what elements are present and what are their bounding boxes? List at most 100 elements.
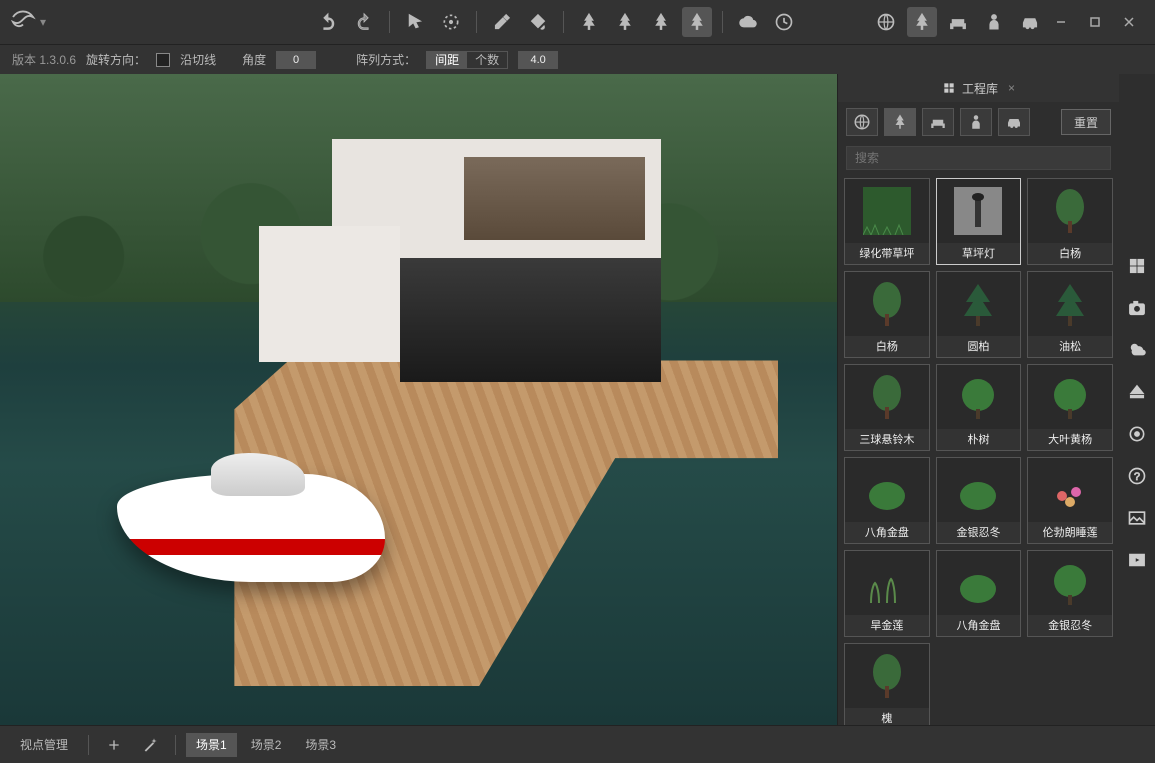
- category-vehicles-button[interactable]: [1015, 7, 1045, 37]
- app-logo-icon: [8, 7, 38, 37]
- undo-button[interactable]: [313, 7, 343, 37]
- asset-label: 八角金盘: [937, 615, 1021, 636]
- panel-cat-furniture[interactable]: [922, 108, 954, 136]
- array-value-input[interactable]: [518, 51, 558, 69]
- rail-screenshot-button[interactable]: [1125, 296, 1149, 320]
- place-plant-a-button[interactable]: [574, 7, 604, 37]
- asset-item[interactable]: 伦勃朗睡莲: [1027, 457, 1113, 544]
- asset-thumb: [1028, 365, 1112, 429]
- window-minimize-button[interactable]: [1051, 12, 1071, 32]
- category-people-button[interactable]: [979, 7, 1009, 37]
- tangent-checkbox[interactable]: [156, 53, 170, 67]
- asset-label: 金银忍冬: [937, 522, 1021, 543]
- rotate-direction-label: 旋转方向：: [86, 51, 146, 68]
- asset-item[interactable]: 金银忍冬: [936, 457, 1022, 544]
- right-rail: [1119, 74, 1155, 725]
- scene-tab[interactable]: 场景2: [241, 733, 292, 757]
- asset-item[interactable]: 绿化带草坪: [844, 178, 930, 265]
- asset-item[interactable]: 白杨: [1027, 178, 1113, 265]
- asset-label: 金银忍冬: [1028, 615, 1112, 636]
- weather-button[interactable]: [733, 7, 763, 37]
- asset-thumb: [937, 551, 1021, 615]
- rail-help-button[interactable]: [1125, 464, 1149, 488]
- scene-tab[interactable]: 场景3: [295, 733, 346, 757]
- category-furniture-button[interactable]: [943, 7, 973, 37]
- tangent-label: 沿切线: [180, 51, 216, 68]
- asset-label: 绿化带草坪: [845, 243, 929, 264]
- array-mode-label: 阵列方式：: [356, 51, 416, 68]
- rail-export-button[interactable]: [1125, 380, 1149, 404]
- asset-item[interactable]: 金银忍冬: [1027, 550, 1113, 637]
- viewpoint-mgmt-button[interactable]: 视点管理: [10, 733, 78, 757]
- eyedropper-button[interactable]: [487, 7, 517, 37]
- asset-thumb: [1028, 179, 1112, 243]
- viewport-3d[interactable]: [0, 74, 837, 725]
- panel-close-button[interactable]: ×: [1008, 81, 1015, 95]
- bottom-bar: 视点管理 场景1场景2场景3: [0, 725, 1155, 763]
- angle-input[interactable]: [276, 51, 316, 69]
- seg-count[interactable]: 个数: [467, 52, 507, 68]
- rail-layout-button[interactable]: [1125, 254, 1149, 278]
- asset-thumb: [1028, 458, 1112, 522]
- window-maximize-button[interactable]: [1085, 12, 1105, 32]
- asset-item[interactable]: 八角金盘: [844, 457, 930, 544]
- rail-environment-button[interactable]: [1125, 338, 1149, 362]
- asset-item[interactable]: 大叶黄杨: [1027, 364, 1113, 451]
- add-scene-button[interactable]: [99, 733, 129, 757]
- top-toolbar: ▾: [0, 0, 1155, 44]
- redo-button[interactable]: [349, 7, 379, 37]
- place-plant-c-button[interactable]: [646, 7, 676, 37]
- asset-item[interactable]: 旱金莲: [844, 550, 930, 637]
- asset-item[interactable]: 三球悬铃木: [844, 364, 930, 451]
- place-plant-array-button[interactable]: [682, 7, 712, 37]
- asset-item[interactable]: 槐: [844, 643, 930, 725]
- asset-label: 白杨: [845, 336, 929, 357]
- asset-item[interactable]: 油松: [1027, 271, 1113, 358]
- asset-item[interactable]: 圆柏: [936, 271, 1022, 358]
- asset-grid: 绿化带草坪草坪灯白杨白杨圆柏油松三球悬铃木朴树大叶黄杨八角金盘金银忍冬伦勃朗睡莲…: [838, 174, 1119, 725]
- library-panel: 工程库 × 重置 绿化带草坪草坪灯白杨白杨圆柏油松三球悬铃木朴树大叶黄杨八角金盘…: [837, 74, 1119, 725]
- asset-label: 八角金盘: [845, 522, 929, 543]
- asset-thumb: [937, 272, 1021, 336]
- reset-button[interactable]: 重置: [1061, 109, 1111, 135]
- asset-label: 朴树: [937, 429, 1021, 450]
- search-input[interactable]: [846, 146, 1111, 170]
- asset-label: 油松: [1028, 336, 1112, 357]
- asset-item[interactable]: 朴树: [936, 364, 1022, 451]
- scene-tab[interactable]: 场景1: [186, 733, 237, 757]
- panel-title: 工程库: [962, 80, 998, 97]
- seg-distance[interactable]: 间距: [427, 52, 467, 68]
- asset-label: 旱金莲: [845, 615, 929, 636]
- select-tool-button[interactable]: [400, 7, 430, 37]
- asset-thumb: [845, 551, 929, 615]
- time-button[interactable]: [769, 7, 799, 37]
- asset-item[interactable]: 草坪灯: [936, 178, 1022, 265]
- asset-label: 槐: [845, 708, 929, 725]
- asset-label: 大叶黄杨: [1028, 429, 1112, 450]
- scene-effects-button[interactable]: [135, 733, 165, 757]
- rail-gallery-button[interactable]: [1125, 506, 1149, 530]
- panel-cat-vehicles[interactable]: [998, 108, 1030, 136]
- paint-button[interactable]: [523, 7, 553, 37]
- asset-label: 白杨: [1028, 243, 1112, 264]
- asset-item[interactable]: 白杨: [844, 271, 930, 358]
- panel-cat-globe[interactable]: [846, 108, 878, 136]
- grid-icon: [942, 81, 956, 95]
- asset-thumb: [937, 458, 1021, 522]
- panel-cat-people[interactable]: [960, 108, 992, 136]
- orbit-tool-button[interactable]: [436, 7, 466, 37]
- category-globe-button[interactable]: [871, 7, 901, 37]
- panel-cat-plants[interactable]: [884, 108, 916, 136]
- array-mode-segmented[interactable]: 间距 个数: [426, 51, 508, 69]
- asset-label: 圆柏: [937, 336, 1021, 357]
- window-close-button[interactable]: [1119, 12, 1139, 32]
- rail-video-button[interactable]: [1125, 548, 1149, 572]
- place-plant-b-button[interactable]: [610, 7, 640, 37]
- category-plants-button[interactable]: [907, 7, 937, 37]
- asset-label: 草坪灯: [937, 243, 1021, 264]
- angle-label: 角度: [242, 51, 266, 68]
- panel-title-bar: 工程库 ×: [838, 74, 1119, 102]
- sub-toolbar: 版本 1.3.0.6 旋转方向： 沿切线 角度 阵列方式： 间距 个数: [0, 44, 1155, 74]
- asset-item[interactable]: 八角金盘: [936, 550, 1022, 637]
- rail-settings-button[interactable]: [1125, 422, 1149, 446]
